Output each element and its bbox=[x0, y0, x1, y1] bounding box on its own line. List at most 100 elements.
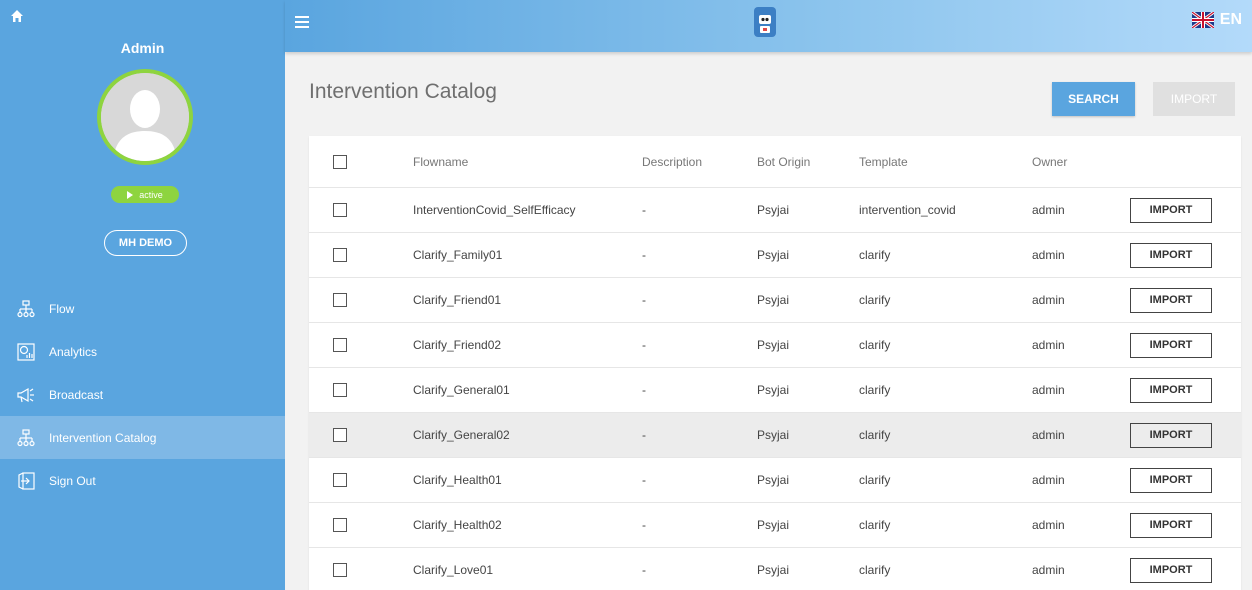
table-row[interactable]: Clarify_Friend01 - Psyjai clarify admin IMPOR… bbox=[309, 278, 1241, 323]
sidebar-item-label: Broadcast bbox=[49, 387, 104, 402]
import-button[interactable]: IMPORT bbox=[1153, 82, 1235, 116]
cell-bot-origin: Psyjai bbox=[757, 248, 790, 262]
row-import-button[interactable]: IMPORT bbox=[1130, 197, 1212, 223]
sidebar-item-sign-out[interactable]: Sign Out bbox=[0, 459, 285, 502]
cell-description: - bbox=[642, 473, 646, 487]
row-checkbox[interactable] bbox=[333, 248, 347, 262]
row-import-button[interactable]: IMPORT bbox=[1130, 422, 1212, 448]
cell-owner: admin bbox=[1032, 473, 1065, 487]
row-import-button[interactable]: IMPORT bbox=[1130, 287, 1212, 313]
table-row[interactable]: Clarify_Friend02 - Psyjai clarify admin IMPOR… bbox=[309, 323, 1241, 368]
cell-bot-origin: Psyjai bbox=[757, 563, 790, 577]
cell-flowname: Clarify_General01 bbox=[413, 383, 510, 397]
row-import-button[interactable]: IMPORT bbox=[1130, 242, 1212, 268]
page-title: Intervention Catalog bbox=[309, 80, 497, 103]
uk-flag-icon bbox=[1191, 12, 1214, 28]
sidebar-nav: Flow Analytics Broadcast Intervention Ca… bbox=[0, 287, 285, 502]
sidebar-item-label: Intervention Catalog bbox=[49, 430, 157, 445]
sidebar-item-label: Flow bbox=[49, 301, 75, 316]
row-checkbox[interactable] bbox=[333, 338, 347, 352]
cell-owner: admin bbox=[1032, 248, 1065, 262]
row-checkbox[interactable] bbox=[333, 428, 347, 442]
column-header-flowname[interactable]: Flowname bbox=[413, 136, 468, 187]
search-button[interactable]: SEARCH bbox=[1052, 82, 1135, 116]
status-badge: active bbox=[111, 186, 179, 203]
sign-out-icon bbox=[16, 471, 36, 491]
top-bar: EN bbox=[285, 0, 1252, 52]
cell-template: clarify bbox=[859, 383, 891, 397]
sidebar-item-label: Sign Out bbox=[49, 473, 96, 488]
home-icon[interactable] bbox=[10, 9, 24, 23]
sidebar-item-intervention-catalog[interactable]: Intervention Catalog bbox=[0, 416, 285, 459]
row-checkbox[interactable] bbox=[333, 473, 347, 487]
cell-bot-origin: Psyjai bbox=[757, 428, 790, 442]
user-name: Admin bbox=[120, 40, 165, 56]
cell-template: clarify bbox=[859, 338, 891, 352]
row-import-button[interactable]: IMPORT bbox=[1130, 557, 1212, 583]
cell-owner: admin bbox=[1032, 338, 1065, 352]
table-row[interactable]: Clarify_General01 - Psyjai clarify admin IMPO… bbox=[309, 368, 1241, 413]
row-import-button[interactable]: IMPORT bbox=[1130, 512, 1212, 538]
cell-description: - bbox=[642, 203, 646, 217]
workspace-button[interactable]: MH DEMO bbox=[104, 230, 187, 256]
cell-flowname: Clarify_General02 bbox=[413, 428, 510, 442]
row-checkbox[interactable] bbox=[333, 518, 347, 532]
cell-template: clarify bbox=[859, 248, 891, 262]
cell-template: clarify bbox=[859, 563, 891, 577]
sidebar-item-broadcast[interactable]: Broadcast bbox=[0, 373, 285, 416]
analytics-icon bbox=[16, 342, 36, 362]
cell-bot-origin: Psyjai bbox=[757, 383, 790, 397]
cell-template: clarify bbox=[859, 473, 891, 487]
cell-description: - bbox=[642, 518, 646, 532]
broadcast-icon bbox=[16, 385, 36, 405]
sidebar-item-label: Analytics bbox=[49, 344, 98, 359]
row-checkbox[interactable] bbox=[333, 563, 347, 577]
cell-owner: admin bbox=[1032, 383, 1065, 397]
cell-flowname: Clarify_Family01 bbox=[413, 248, 503, 262]
cell-flowname: Clarify_Health02 bbox=[413, 518, 502, 532]
cell-bot-origin: Psyjai bbox=[757, 473, 790, 487]
table-row[interactable]: Clarify_Health02 - Psyjai clarify admin IMPOR… bbox=[309, 503, 1241, 548]
sidebar-item-analytics[interactable]: Analytics bbox=[0, 330, 285, 373]
column-header-description[interactable]: Description bbox=[642, 136, 702, 187]
sidebar: Admin active MH DEMO Flow Analytics Broa… bbox=[0, 0, 285, 590]
row-checkbox[interactable] bbox=[333, 293, 347, 307]
cell-description: - bbox=[642, 563, 646, 577]
cell-owner: admin bbox=[1032, 563, 1065, 577]
cell-flowname: Clarify_Friend01 bbox=[413, 293, 502, 307]
status-label: active bbox=[139, 189, 163, 200]
row-import-button[interactable]: IMPORT bbox=[1130, 377, 1212, 403]
flow-icon bbox=[16, 299, 36, 319]
cell-bot-origin: Psyjai bbox=[757, 518, 790, 532]
cell-bot-origin: Psyjai bbox=[757, 203, 790, 217]
cell-owner: admin bbox=[1032, 203, 1065, 217]
play-icon bbox=[127, 190, 134, 199]
language-selector[interactable]: EN bbox=[1191, 11, 1242, 29]
table-row[interactable]: Clarify_Love01 - Psyjai clarify admin IMPORT bbox=[309, 548, 1241, 590]
sidebar-item-flow[interactable]: Flow bbox=[0, 287, 285, 330]
cell-template: clarify bbox=[859, 293, 891, 307]
cell-flowname: Clarify_Love01 bbox=[413, 563, 494, 577]
cell-flowname: InterventionCovid_SelfEfficacy bbox=[413, 203, 576, 217]
column-header-bot-origin[interactable]: Bot Origin bbox=[757, 136, 810, 187]
row-import-button[interactable]: IMPORT bbox=[1130, 332, 1212, 358]
user-silhouette-icon bbox=[101, 73, 189, 161]
row-checkbox[interactable] bbox=[333, 203, 347, 217]
column-header-template[interactable]: Template bbox=[859, 136, 908, 187]
table-row[interactable]: InterventionCovid_SelfEfficacy - Psyjai int… bbox=[309, 188, 1241, 233]
row-checkbox[interactable] bbox=[333, 383, 347, 397]
column-header-owner[interactable]: Owner bbox=[1032, 136, 1067, 187]
catalog-icon bbox=[16, 428, 36, 448]
cell-bot-origin: Psyjai bbox=[757, 293, 790, 307]
table-row[interactable]: Clarify_Family01 - Psyjai clarify admin IMPOR… bbox=[309, 233, 1241, 278]
cell-owner: admin bbox=[1032, 293, 1065, 307]
row-import-button[interactable]: IMPORT bbox=[1130, 467, 1212, 493]
cell-template: intervention_covid bbox=[859, 203, 956, 217]
cell-owner: admin bbox=[1032, 518, 1065, 532]
hamburger-menu-icon[interactable] bbox=[295, 16, 309, 28]
table-row[interactable]: Clarify_Health01 - Psyjai clarify admin IMPOR… bbox=[309, 458, 1241, 503]
table-row[interactable]: Clarify_General02 - Psyjai clarify admin IMPO… bbox=[309, 413, 1241, 458]
cell-flowname: Clarify_Friend02 bbox=[413, 338, 502, 352]
cell-description: - bbox=[642, 428, 646, 442]
select-all-checkbox[interactable] bbox=[333, 154, 347, 169]
